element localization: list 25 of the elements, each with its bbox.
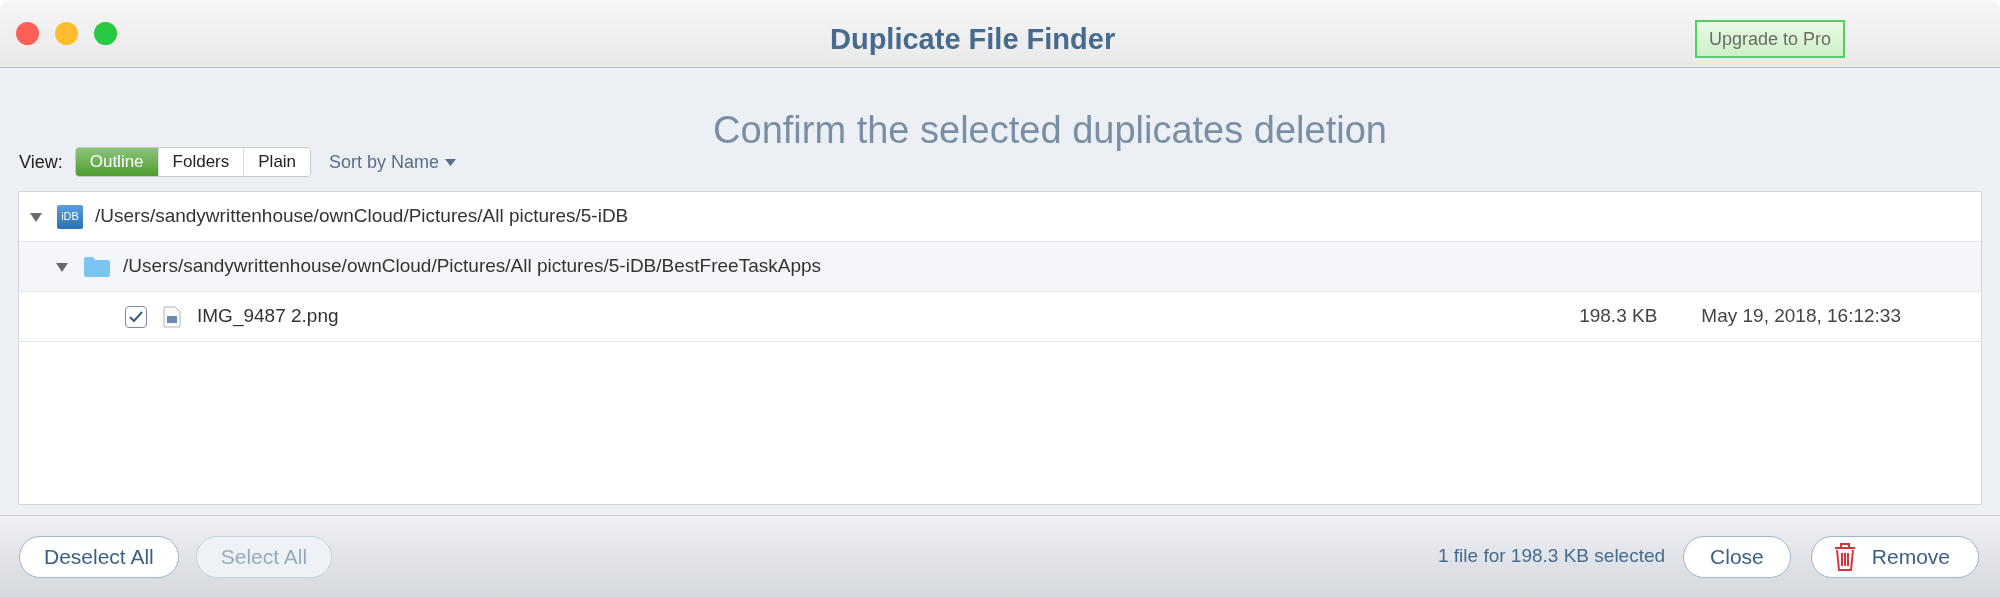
volume-icon: iDB <box>57 204 83 229</box>
deselect-all-button[interactable]: Deselect All <box>19 535 179 578</box>
window-title: Duplicate File Finder <box>830 22 1116 57</box>
file-date: May 19, 2018, 16:12:33 <box>1701 304 1901 329</box>
upgrade-button[interactable]: Upgrade to Pro <box>1695 20 1846 58</box>
view-tab[interactable]: Plain <box>243 148 311 176</box>
folder-icon <box>83 255 111 278</box>
checkmark-icon <box>129 310 143 323</box>
checkbox[interactable] <box>125 305 147 328</box>
file-name: IMG_9487 2.png <box>197 304 339 329</box>
image-file-icon <box>163 305 181 328</box>
file-size: 198.3 KB <box>1579 304 1658 329</box>
disclosure-triangle-icon[interactable] <box>55 260 69 273</box>
close-window-button[interactable] <box>16 22 39 45</box>
trash-icon <box>1833 542 1856 571</box>
folder-path: /Users/sandywrittenhouse/ownCloud/Pictures/All pictures/5-iDB/BestFreeTaskApps <box>123 254 822 279</box>
sort-dropdown[interactable]: Sort by Name <box>329 148 457 176</box>
selection-summary: 1 file for 198.3 KB selected <box>1438 544 1666 569</box>
volume-path: /Users/sandywrittenhouse/ownCloud/Pictures/All pictures/5-iDB <box>95 204 629 229</box>
page-heading: Confirm the selected duplicates deletion <box>713 108 1387 153</box>
view-label: View: <box>19 150 63 174</box>
caret-icon <box>445 158 457 166</box>
disclosure-triangle-icon[interactable] <box>29 210 43 223</box>
remove-button[interactable]: Remove <box>1810 535 1979 578</box>
close-button[interactable]: Close <box>1683 535 1791 578</box>
